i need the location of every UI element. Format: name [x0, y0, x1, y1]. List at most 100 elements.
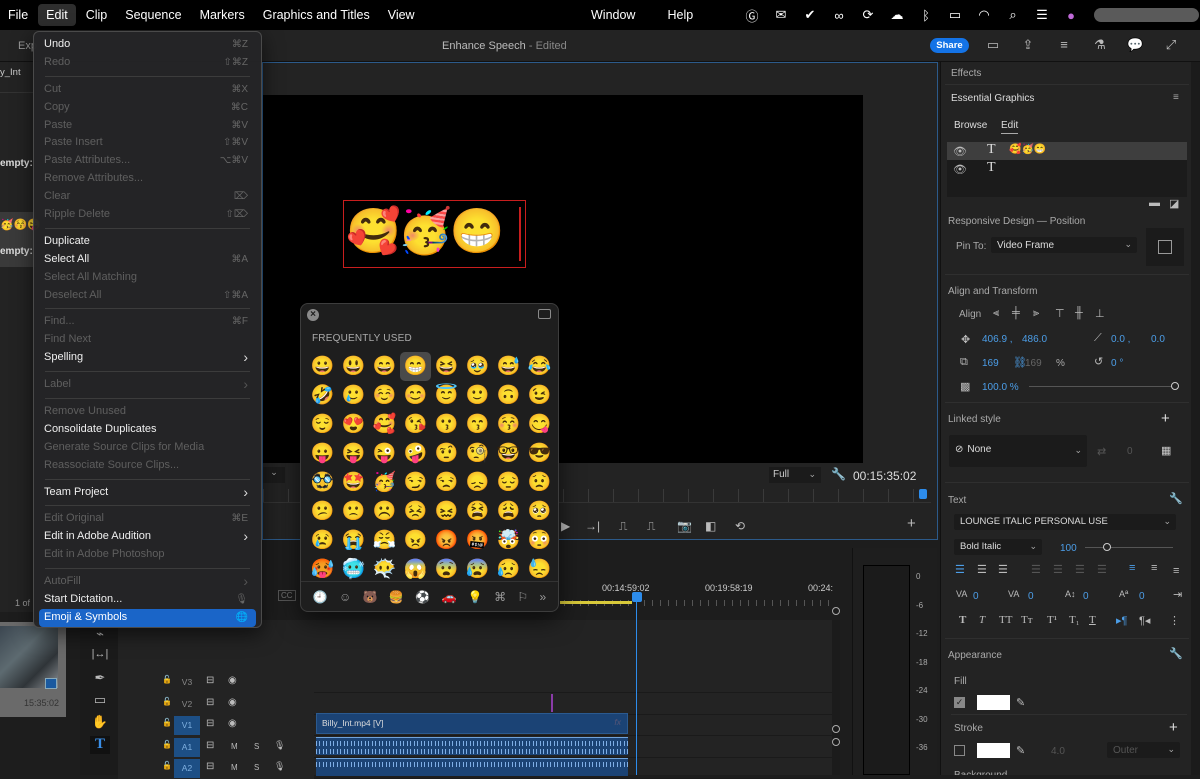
emoji-item[interactable]: 😓: [524, 555, 555, 584]
playhead-timecode[interactable]: 00:15:35:02: [853, 469, 916, 483]
visibility-eye-icon[interactable]: 👁: [953, 163, 967, 176]
faux-italic-icon[interactable]: T: [979, 614, 985, 626]
menu-help[interactable]: Help: [659, 4, 701, 26]
monitor-playhead[interactable]: [919, 489, 927, 499]
emoji-item[interactable]: ☹️: [369, 497, 400, 526]
outlook-icon[interactable]: ✉: [769, 7, 793, 23]
clip-name[interactable]: y_Int: [0, 67, 21, 78]
emoji-item[interactable]: 😫: [462, 497, 493, 526]
emoji-item[interactable]: 😰: [462, 555, 493, 584]
emoji-item[interactable]: 😝: [338, 439, 369, 468]
sync-lock-icon[interactable]: ⊟: [206, 761, 214, 772]
emoji-item[interactable]: 🤣: [307, 381, 338, 410]
extract-icon[interactable]: ⎍: [647, 519, 655, 534]
scroll-handle[interactable]: [832, 725, 840, 733]
emoji-item[interactable]: 😛: [307, 439, 338, 468]
align-top-text-icon[interactable]: ≡: [1129, 562, 1135, 574]
subscript-icon[interactable]: T₁: [1069, 614, 1080, 626]
pin-center[interactable]: [1158, 240, 1172, 254]
work-area-bar[interactable]: [560, 601, 632, 604]
travel-icon[interactable]: 🚗: [441, 590, 456, 604]
emoji-item[interactable]: 😩: [493, 497, 524, 526]
visibility-eye-icon[interactable]: 👁: [953, 145, 967, 158]
emoji-item[interactable]: 😤: [369, 526, 400, 555]
emoji-item[interactable]: 🤪: [400, 439, 431, 468]
font-size-slider-handle[interactable]: [1103, 543, 1111, 551]
compare-icon[interactable]: ◧: [705, 519, 716, 533]
anchor-x[interactable]: 0.0 ,: [1111, 334, 1130, 345]
emoji-item[interactable]: 🙃: [493, 381, 524, 410]
faux-bold-icon[interactable]: T: [959, 614, 966, 626]
fill-color-swatch[interactable]: [977, 695, 1010, 710]
all-caps-icon[interactable]: TT: [999, 614, 1012, 626]
emoji-item[interactable]: 🥹: [462, 352, 493, 381]
emoji-item[interactable]: ☺️: [369, 381, 400, 410]
sync-lock-icon[interactable]: ⊟: [206, 718, 214, 729]
tracking-value[interactable]: 0: [1028, 591, 1034, 602]
clip-thumbnail[interactable]: 15:35:02: [0, 622, 66, 717]
fullscreen-icon[interactable]: ⤢: [1163, 37, 1179, 53]
lock-icon[interactable]: 🔓: [162, 761, 172, 770]
emoji-item[interactable]: 🤓: [493, 439, 524, 468]
emoji-item[interactable]: 😟: [524, 468, 555, 497]
anchor-y[interactable]: 0.0: [1151, 334, 1165, 345]
audio-clip-a1[interactable]: [316, 737, 628, 755]
menu-sequence[interactable]: Sequence: [117, 4, 189, 26]
emoji-item[interactable]: 😃: [338, 352, 369, 381]
emoji-item[interactable]: 😆: [431, 352, 462, 381]
proxy-icon[interactable]: ⟲: [735, 519, 745, 533]
objects-icon[interactable]: 💡: [468, 590, 483, 604]
menu-graphics-and-titles[interactable]: Graphics and Titles: [255, 4, 378, 26]
audio-clip-a2[interactable]: [316, 758, 628, 776]
menu-file[interactable]: File: [0, 4, 36, 26]
emoji-item[interactable]: 🤨: [431, 439, 462, 468]
emoji-item[interactable]: 🥲: [338, 381, 369, 410]
emoji-item[interactable]: 🤩: [338, 468, 369, 497]
track-target-v2[interactable]: V2: [174, 695, 200, 714]
superscript-icon[interactable]: T¹: [1047, 614, 1057, 626]
align-right-icon[interactable]: ⫸: [1033, 307, 1039, 320]
tab-stops-icon[interactable]: ⇥: [1173, 588, 1182, 601]
smileys-icon[interactable]: ☺: [339, 590, 351, 604]
font-size-value[interactable]: 100: [1060, 543, 1077, 554]
emoji-item[interactable]: 😭: [338, 526, 369, 555]
settings-wrench-icon[interactable]: 🔧: [831, 467, 846, 481]
effects-tab[interactable]: Effects: [951, 68, 981, 79]
emoji-item[interactable]: 😣: [400, 497, 431, 526]
emoji-item[interactable]: 🤯: [493, 526, 524, 555]
text-wrap-icon[interactable]: ⋮: [1169, 614, 1180, 627]
mute-button[interactable]: M: [231, 742, 238, 751]
emoji-item[interactable]: 😉: [524, 381, 555, 410]
baseline-value[interactable]: 0: [1139, 591, 1145, 602]
control-center-icon[interactable]: ☰: [1030, 7, 1054, 23]
menu-item-select-all[interactable]: Select All ⌘A: [39, 251, 256, 269]
animals-icon[interactable]: 🐻: [363, 590, 378, 604]
mute-button[interactable]: M: [231, 763, 238, 772]
emoji-item[interactable]: 😋: [524, 410, 555, 439]
wrench-icon[interactable]: 🔧: [1169, 647, 1183, 660]
sync-icon[interactable]: ⟳: [856, 7, 880, 23]
emoji-item[interactable]: 😕: [307, 497, 338, 526]
emoji-item[interactable]: 😎: [524, 439, 555, 468]
voiceover-mic-icon[interactable]: 🎙: [274, 761, 285, 772]
emoji-item[interactable]: 😚: [493, 410, 524, 439]
emoji-item[interactable]: 😘: [400, 410, 431, 439]
justify-all-icon[interactable]: ☰: [1097, 563, 1107, 576]
type-tool-icon[interactable]: T: [90, 736, 110, 754]
export-icon[interactable]: ⇪: [1020, 37, 1036, 53]
sync-style-icon[interactable]: ⇄: [1097, 445, 1106, 458]
emoji-item[interactable]: 😌: [307, 410, 338, 439]
font-size-slider-track[interactable]: [1085, 547, 1173, 548]
pin-edges-widget[interactable]: [1146, 228, 1184, 266]
emoji-item[interactable]: 🙂: [462, 381, 493, 410]
position-x[interactable]: 406.9 ,: [982, 334, 1013, 345]
workspace-icon[interactable]: ≡: [1056, 37, 1072, 53]
selected-item[interactable]: 🥳😚😜 empty:: [0, 212, 41, 267]
grid-icon[interactable]: ▦: [1161, 444, 1171, 457]
emoji-item[interactable]: 🥳: [369, 468, 400, 497]
align-center-h-icon[interactable]: ╪: [1012, 307, 1020, 319]
emoji-item[interactable]: 😡: [431, 526, 462, 555]
zoom-dropdown[interactable]: ⌄: [263, 467, 285, 483]
flags-icon[interactable]: ⚐: [517, 590, 528, 604]
timeline-scrollbar[interactable]: [832, 620, 840, 775]
